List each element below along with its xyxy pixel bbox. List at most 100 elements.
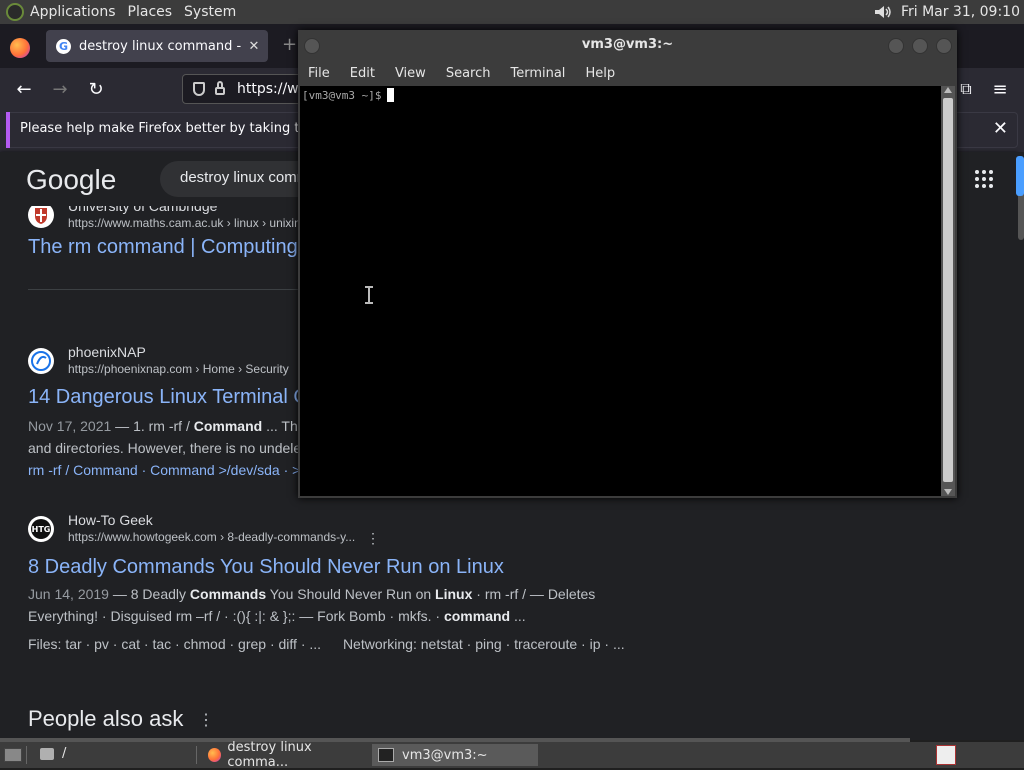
terminal-window: vm3@vm3:~ File Edit View Search Terminal… xyxy=(298,30,957,498)
close-icon[interactable] xyxy=(936,38,952,54)
menu-system[interactable]: System xyxy=(178,4,242,20)
terminal-scrollbar[interactable] xyxy=(941,86,955,496)
show-desktop-icon[interactable] xyxy=(4,748,22,762)
taskbar-item-terminal[interactable]: vm3@vm3:~ xyxy=(372,744,538,766)
scroll-thumb[interactable] xyxy=(943,98,953,482)
result-snippet: Jun 14, 2019 — 8 Deadly Commands You Sho… xyxy=(28,586,595,602)
result-title-link[interactable]: 14 Dangerous Linux Terminal C xyxy=(28,386,308,409)
terminal-menu-terminal[interactable]: Terminal xyxy=(500,66,575,81)
new-tab-icon[interactable]: + xyxy=(282,34,297,55)
scroll-up-icon[interactable] xyxy=(944,87,952,93)
tab-close-icon[interactable]: ✕ xyxy=(246,39,262,54)
divider xyxy=(28,289,298,290)
clock[interactable]: Fri Mar 31, 09:10 xyxy=(901,4,1020,20)
result-snippet-line2: and directories. However, there is no un… xyxy=(28,440,302,456)
taskbar-path[interactable]: / xyxy=(62,746,66,761)
browser-tab-google[interactable]: G destroy linux command - Go ✕ xyxy=(46,30,268,62)
tab-title: destroy linux command - Go xyxy=(79,38,246,54)
result-url[interactable]: https://phoenixnap.com › Home › Security xyxy=(68,362,289,376)
result-site-name[interactable]: phoenixNAP xyxy=(68,344,146,360)
terminal-menu-edit[interactable]: Edit xyxy=(340,66,385,81)
terminal-menubar: File Edit View Search Terminal Help xyxy=(298,60,957,86)
terminal-icon xyxy=(378,748,394,762)
snippet-text: Everything! · Disguised rm –rf / · :(){ … xyxy=(28,608,444,624)
google-favicon-icon: G xyxy=(56,38,71,54)
tracking-shield-icon[interactable] xyxy=(193,82,205,96)
terminal-menu-file[interactable]: File xyxy=(298,66,340,81)
result-url[interactable]: https://www.howtogeek.com › 8-deadly-com… xyxy=(68,530,355,544)
ibeam-cursor-icon xyxy=(365,286,373,304)
result-date: Nov 17, 2021 xyxy=(28,418,112,434)
svg-text:HTG: HTG xyxy=(32,525,51,534)
terminal-screen[interactable]: [vm3@vm3 ~]$ xyxy=(300,86,941,496)
snippet-bold: command xyxy=(443,608,511,624)
text-cursor xyxy=(387,88,395,102)
terminal-menu-help[interactable]: Help xyxy=(575,66,625,81)
back-arrow-icon[interactable]: ← xyxy=(12,79,36,100)
hamburger-menu-icon[interactable]: ≡ xyxy=(988,79,1012,100)
result-site-name[interactable]: How-To Geek xyxy=(68,512,153,528)
firefox-view-icon[interactable] xyxy=(10,38,30,58)
maximize-icon[interactable] xyxy=(912,38,928,54)
google-apps-grid-icon[interactable] xyxy=(975,170,993,188)
snippet-text: ... xyxy=(510,608,526,624)
result-date: Jun 14, 2019 xyxy=(28,586,109,602)
separator xyxy=(196,746,197,764)
menu-places[interactable]: Places xyxy=(122,4,179,20)
lock-icon[interactable] xyxy=(215,81,225,95)
result-url[interactable]: https://www.maths.cam.ac.uk › linux › un… xyxy=(68,216,301,230)
google-search-input[interactable]: destroy linux comm xyxy=(160,161,320,197)
extensions-icon[interactable]: ⧉ xyxy=(954,79,978,99)
snippet-text: You Should Never Run on xyxy=(266,586,436,602)
snippet-text: · rm -rf / — Deletes xyxy=(472,586,596,602)
terminal-menu-search[interactable]: Search xyxy=(436,66,501,81)
url-text: https://w xyxy=(237,81,299,97)
notification-text: Please help make Firefox better by takin… xyxy=(20,121,329,136)
networking-label: Networking: xyxy=(342,636,421,652)
page-scrollbar[interactable] xyxy=(1016,152,1024,740)
terminal-menu-view[interactable]: View xyxy=(385,66,436,81)
notification-close-icon[interactable]: ✕ xyxy=(993,118,1008,139)
snippet-bold: Command xyxy=(193,418,263,434)
result-related-links: Files: tar · pv · cat · tac · chmod · gr… xyxy=(28,636,625,652)
reload-icon[interactable]: ↻ xyxy=(84,79,108,100)
phoenixnap-favicon-icon xyxy=(28,348,54,374)
result-more-options-icon[interactable]: ⋮ xyxy=(366,530,380,547)
snippet-text: ... Th xyxy=(262,418,298,434)
networking-links[interactable]: netstat · ping · traceroute · ip · ... xyxy=(421,636,625,652)
result-sitelinks[interactable]: rm -rf / Command · Command >/dev/sda · > xyxy=(28,462,300,478)
menu-applications[interactable]: Applications xyxy=(24,4,122,20)
taskbar-item-firefox[interactable]: destroy linux comma... xyxy=(200,740,370,770)
trash-icon[interactable] xyxy=(936,745,956,765)
forward-arrow-icon[interactable]: → xyxy=(48,79,72,100)
people-also-ask-options-icon[interactable]: ⋮ xyxy=(198,710,214,730)
result-title-link[interactable]: The rm command | Computing xyxy=(28,236,298,259)
files-links[interactable]: tar · pv · cat · tac · chmod · grep · di… xyxy=(65,636,321,652)
snippet-text: — 1. rm -rf / xyxy=(111,418,194,434)
firefox-icon xyxy=(208,748,222,762)
minimize-icon[interactable] xyxy=(888,38,904,54)
result-snippet-line2: Everything! · Disguised rm –rf / · :(){ … xyxy=(28,608,526,624)
bottom-taskbar: / destroy linux comma... vm3@vm3:~ xyxy=(0,740,1024,770)
result-snippet: Nov 17, 2021 — 1. rm -rf / Command ... T… xyxy=(28,418,298,434)
snippet-bold: Linux xyxy=(435,586,473,602)
result-title-link[interactable]: 8 Deadly Commands You Should Never Run o… xyxy=(28,556,504,579)
cambridge-crest-icon xyxy=(28,206,54,228)
snippet-text: — 8 Deadly xyxy=(108,586,190,602)
howtogeek-favicon-icon: HTG xyxy=(28,516,54,542)
taskbar-item-label: destroy linux comma... xyxy=(227,740,312,770)
separator xyxy=(26,746,27,764)
result-site-name[interactable]: University of Cambridge xyxy=(68,206,217,214)
terminal-prompt-line: [vm3@vm3 ~]$ xyxy=(302,88,395,102)
taskbar-item-label: vm3@vm3:~ xyxy=(402,747,488,763)
shell-prompt: [vm3@vm3 ~]$ xyxy=(302,89,382,102)
google-logo[interactable]: Google xyxy=(26,164,116,196)
snippet-bold: Commands xyxy=(189,586,267,602)
notification-accent xyxy=(6,112,10,148)
folder-icon[interactable] xyxy=(40,748,54,760)
scroll-down-icon[interactable] xyxy=(944,489,952,495)
applications-logo-icon[interactable] xyxy=(6,3,24,21)
terminal-title[interactable]: vm3@vm3:~ xyxy=(298,30,957,60)
top-panel: Applications Places System Fri Mar 31, 0… xyxy=(0,0,1024,24)
volume-icon[interactable] xyxy=(874,5,893,19)
